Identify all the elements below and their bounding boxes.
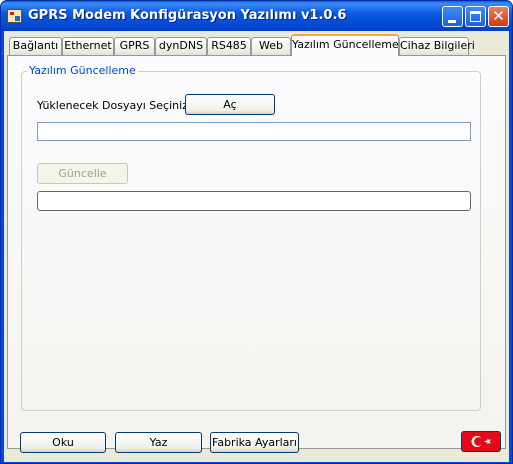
update-button[interactable]: Güncelle xyxy=(37,163,128,184)
tab-page-update: Yazılım Güncelleme Yüklenecek Dosyayı Se… xyxy=(7,55,506,449)
turkish-flag-icon xyxy=(462,432,500,451)
window-title: GPRS Modem Konfigürasyon Yazılımı v1.0.6 xyxy=(28,8,347,23)
group-title: Yazılım Güncelleme xyxy=(27,64,138,77)
maximize-icon xyxy=(470,11,481,22)
app-icon[interactable] xyxy=(7,9,22,23)
update-groupbox: Yazılım Güncelleme Yüklenecek Dosyayı Se… xyxy=(21,65,481,411)
tab-baglanti[interactable]: Bağlantı xyxy=(9,37,62,55)
tab-dyndns[interactable]: dynDNS xyxy=(155,37,207,55)
update-progress-bar xyxy=(37,191,471,211)
title-bar[interactable]: GPRS Modem Konfigürasyon Yazılımı v1.0.6… xyxy=(1,1,512,31)
minimize-button[interactable] xyxy=(442,6,463,27)
file-path-field[interactable] xyxy=(37,122,471,141)
open-file-button[interactable]: Aç xyxy=(185,94,275,115)
client-area: Bağlantı Ethernet GPRS dynDNS RS485 Web … xyxy=(4,31,509,462)
tab-cihaz-bilgileri[interactable]: Cihaz Bilgileri xyxy=(399,37,475,55)
tab-yazilim-guncelleme[interactable]: Yazılım Güncelleme xyxy=(291,34,399,56)
language-flag-button[interactable] xyxy=(461,431,501,452)
write-button[interactable]: Yaz xyxy=(115,432,202,453)
tab-gprs[interactable]: GPRS xyxy=(114,37,155,55)
close-button[interactable]: ✕ xyxy=(488,6,509,27)
close-icon: ✕ xyxy=(492,7,505,25)
file-select-label: Yüklenecek Dosyayı Seçiniz xyxy=(37,99,188,112)
factory-reset-button[interactable]: Fabrika Ayarları xyxy=(210,432,299,453)
tab-rs485[interactable]: RS485 xyxy=(207,37,251,55)
tab-strip: Bağlantı Ethernet GPRS dynDNS RS485 Web … xyxy=(7,34,507,56)
tab-ethernet[interactable]: Ethernet xyxy=(62,37,114,55)
minimize-icon xyxy=(448,20,456,23)
read-button[interactable]: Oku xyxy=(20,432,106,453)
tab-web[interactable]: Web xyxy=(251,37,291,55)
maximize-button[interactable] xyxy=(465,6,486,27)
app-window: GPRS Modem Konfigürasyon Yazılımı v1.0.6… xyxy=(0,0,513,464)
